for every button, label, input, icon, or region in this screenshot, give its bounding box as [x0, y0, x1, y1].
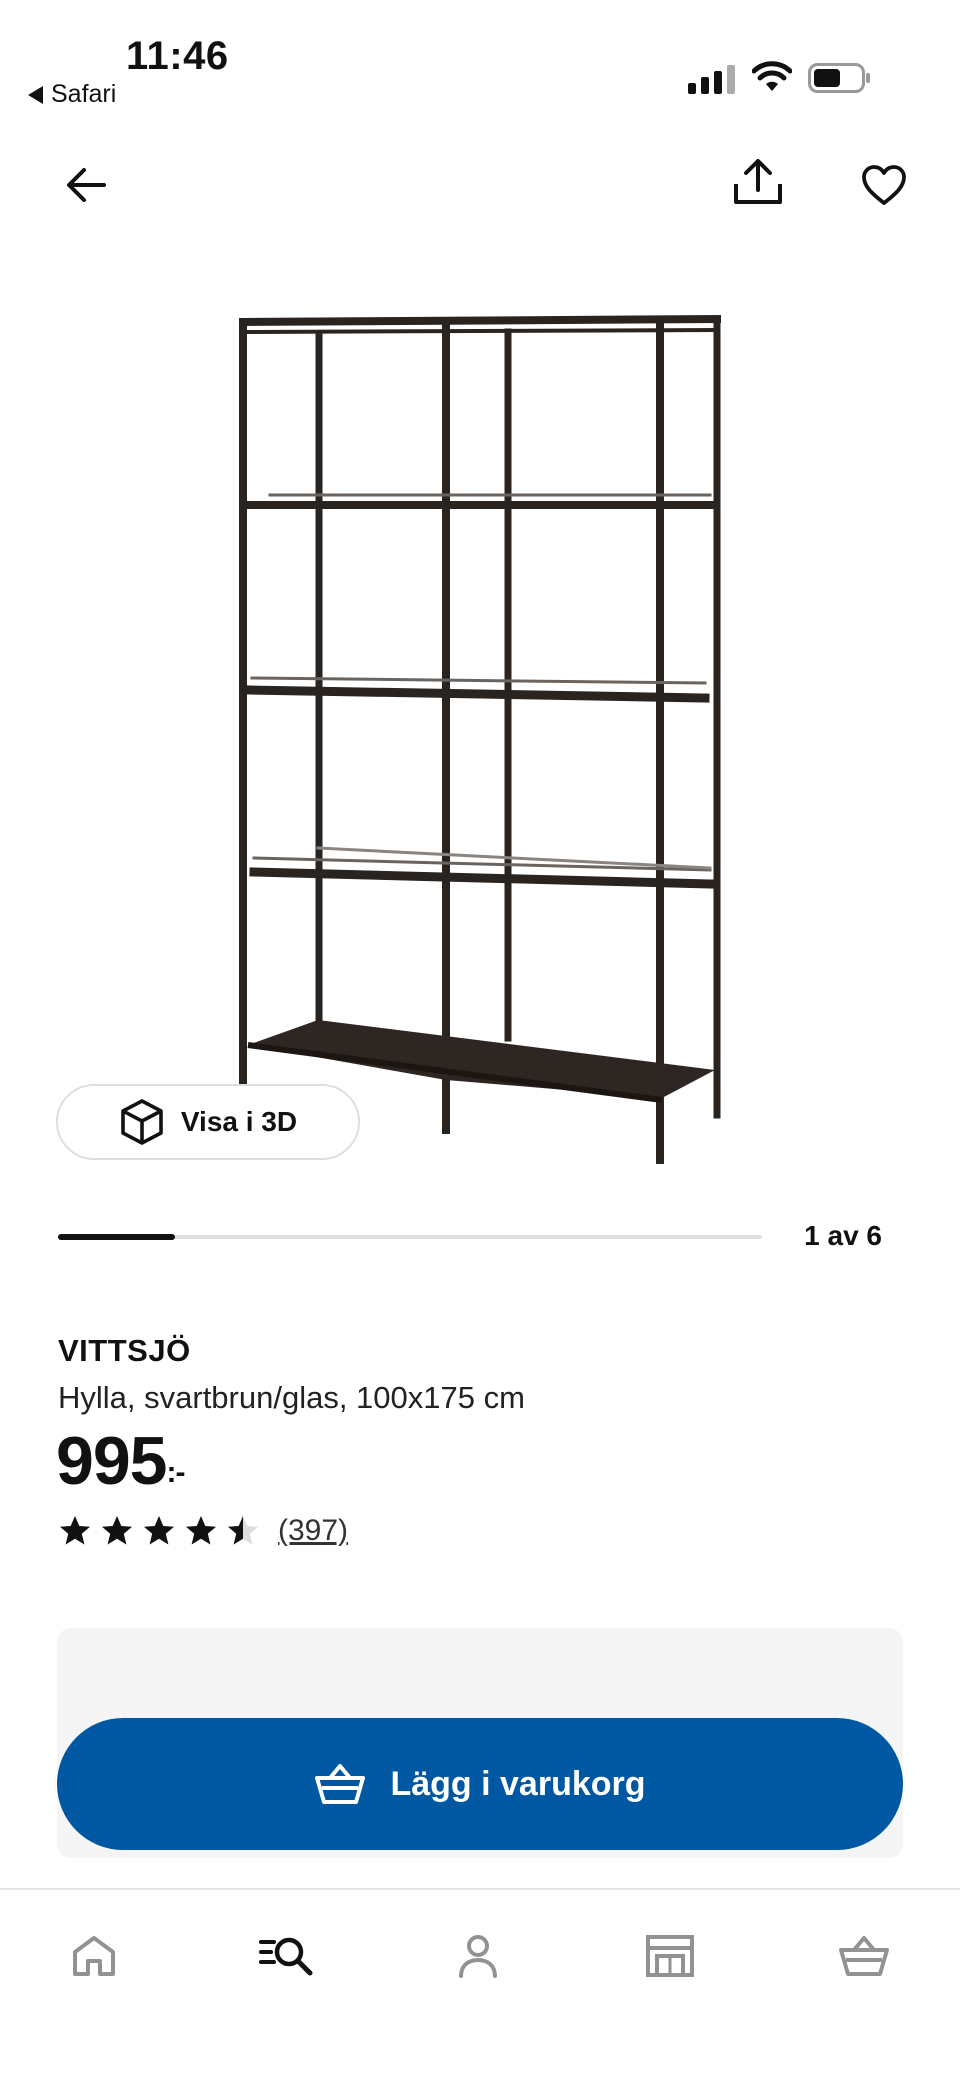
cellular-signal-icon	[688, 64, 735, 94]
home-icon	[73, 1936, 115, 1976]
gallery-position-text: 1 av 6	[804, 1220, 882, 1251]
back-button[interactable]	[54, 153, 118, 217]
rating-star-icon	[186, 1516, 216, 1545]
tab-store[interactable]	[630, 1916, 710, 1996]
favorite-button[interactable]	[852, 153, 916, 217]
view-in-3d-button[interactable]: Visa i 3D	[56, 1084, 360, 1160]
share-button[interactable]	[726, 150, 790, 214]
basket-icon	[315, 1764, 366, 1804]
rating-star-icon	[102, 1516, 132, 1545]
gallery-progress-bar	[58, 1234, 762, 1240]
product-description: Hylla, svartbrun/glas, 100x175 cm	[58, 1380, 525, 1415]
gallery-progress-fill	[58, 1234, 176, 1240]
add-to-cart-label: Lägg i varukorg	[390, 1764, 646, 1803]
product-name: VITTSJÖ	[58, 1333, 191, 1368]
product-price: 995 :-	[56, 1422, 185, 1500]
add-to-cart-button[interactable]: Lägg i varukorg	[57, 1718, 903, 1850]
cube-icon	[121, 1099, 163, 1145]
tab-search[interactable]	[246, 1916, 326, 1996]
review-count-link[interactable]: (397)	[278, 1514, 348, 1548]
share-icon	[734, 159, 782, 204]
rating-star-icon	[144, 1516, 174, 1545]
back-app-label: Safari	[51, 80, 117, 108]
heart-icon	[862, 165, 906, 205]
status-time: 11:46	[126, 34, 229, 78]
view-in-3d-label: Visa i 3D	[180, 1106, 298, 1137]
back-to-app-link[interactable]: Safari	[28, 80, 116, 109]
tab-home[interactable]	[54, 1916, 134, 1996]
rating-summary[interactable]: (397)	[58, 1514, 348, 1548]
rating-star-icon	[60, 1516, 90, 1545]
battery-icon	[808, 63, 870, 93]
back-triangle-icon	[28, 85, 43, 104]
arrow-left-icon	[67, 168, 106, 202]
basket-icon	[839, 1936, 889, 1976]
rating-stars	[58, 1514, 260, 1548]
search-icon	[259, 1937, 313, 1976]
price-amount: 995	[56, 1423, 167, 1499]
price-suffix: :-	[166, 1456, 185, 1489]
wifi-icon	[752, 61, 792, 91]
tab-basket[interactable]	[824, 1916, 904, 1996]
product-image[interactable]	[150, 290, 750, 1190]
tab-bar-divider	[0, 1888, 960, 1890]
rating-star-icon	[228, 1516, 258, 1545]
tab-profile[interactable]	[438, 1916, 518, 1996]
store-icon	[646, 1935, 694, 1977]
profile-icon	[459, 1935, 497, 1978]
